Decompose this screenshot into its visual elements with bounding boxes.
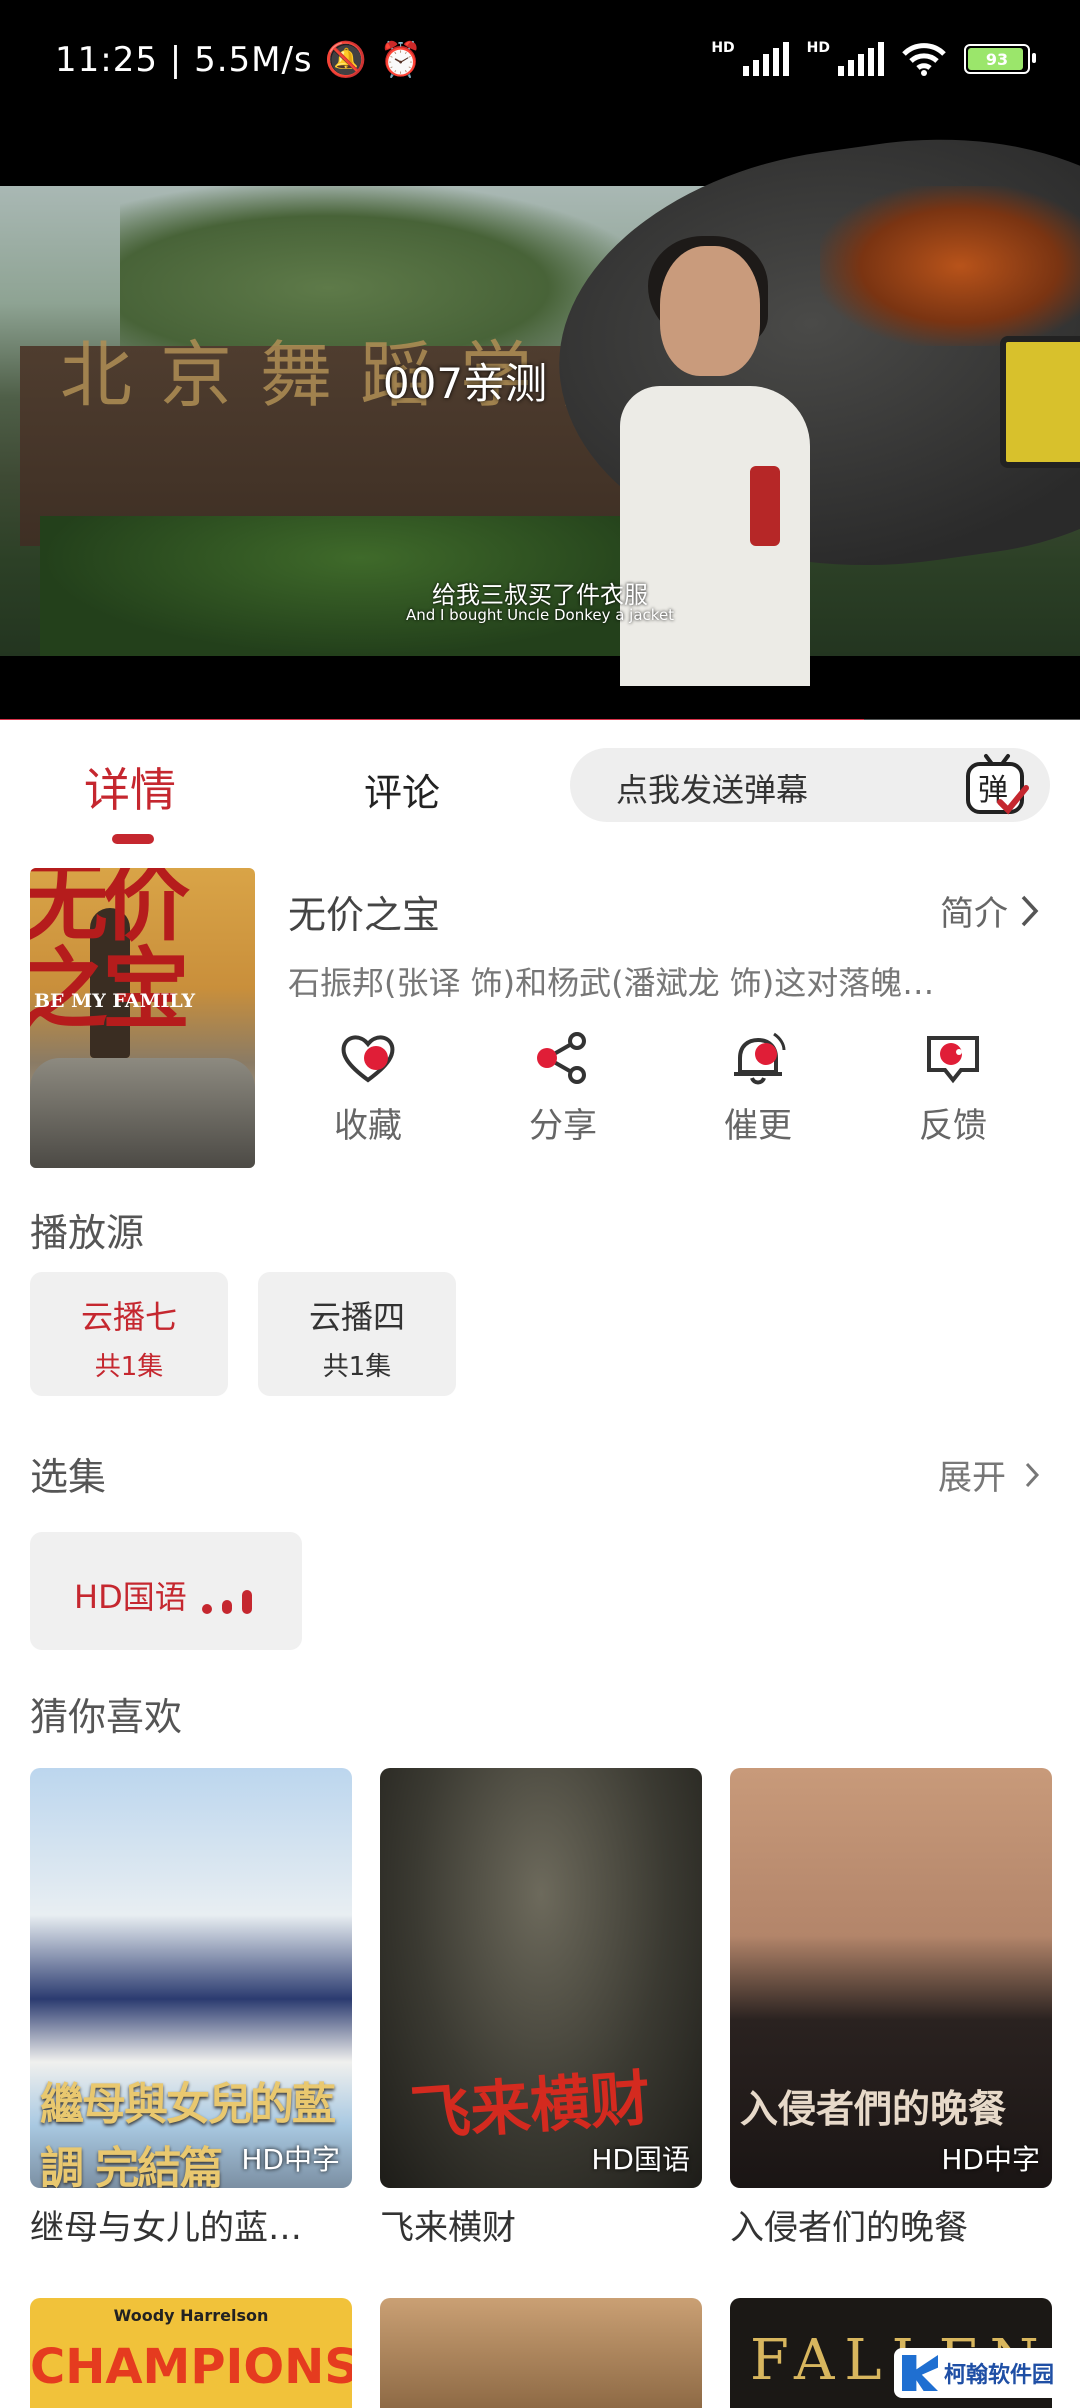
- signal-icon-2: [838, 42, 884, 76]
- recommend-card[interactable]: 入侵者們的晚餐 HD中字 入侵者们的晚餐: [730, 1768, 1052, 2249]
- subtitle-english: And I bought Uncle Donkey a jacket: [405, 606, 675, 624]
- share-icon: [537, 1032, 586, 1084]
- recommend-title: 入侵者们的晚餐: [730, 2208, 968, 2248]
- heart-icon: [341, 1035, 395, 1083]
- intro-label: 简介: [940, 894, 1008, 934]
- action-bar: 收藏 分享 催更 反馈: [288, 1030, 1048, 1170]
- danmu-input[interactable]: 点我发送弹幕 弹: [570, 748, 1050, 822]
- source-chip[interactable]: 云播四 共1集: [258, 1272, 456, 1396]
- quality-tag: HD中字: [941, 2143, 1040, 2176]
- video-progress-bar[interactable]: [0, 719, 1080, 720]
- feedback-button[interactable]: 反馈: [893, 1030, 1013, 1147]
- recommend-heading: 猜你喜欢: [30, 1695, 183, 1739]
- status-bar: 11:25 | 5.5M/s 🔕 ⏰ HD HD 93: [0, 0, 1080, 120]
- movie-poster[interactable]: 无价之宝 BE MY FAMILY: [30, 868, 255, 1168]
- share-button[interactable]: 分享: [503, 1030, 623, 1147]
- signal-icon: [742, 42, 789, 76]
- subtitle-chinese: 给我三叔买了件衣服: [432, 581, 648, 609]
- video-progress-fill: [0, 719, 864, 720]
- feedback-icon: [927, 1036, 979, 1084]
- playing-indicator-icon: [202, 1590, 252, 1614]
- recommend-poster: 入侵者們的晚餐 HD中字: [730, 1768, 1052, 2188]
- video-title: 007亲测: [382, 359, 548, 408]
- recommend-card[interactable]: 繼母與女兒的藍調 完結篇 HD中字 继母与女儿的蓝…: [30, 1768, 352, 2249]
- episode-chip[interactable]: HD国语: [30, 1532, 302, 1650]
- quality-tag: HD中字: [241, 2143, 340, 2176]
- tab-comments[interactable]: 评论: [364, 762, 440, 817]
- bell-icon: [734, 1032, 786, 1085]
- hd-label-2: HD: [806, 40, 830, 56]
- watermark-logo: 柯翰软件园: [894, 2348, 1072, 2398]
- chevron-right-icon: [1025, 1462, 1040, 1487]
- recommend-poster: 繼母與女兒的藍調 完結篇 HD中字: [30, 1768, 352, 2188]
- recommend-poster: 飞来横财 HD国语: [380, 1768, 702, 2188]
- movie-title: 无价之宝: [288, 893, 441, 937]
- source-chip-active[interactable]: 云播七 共1集: [30, 1272, 228, 1396]
- video-player[interactable]: 北京舞蹈学院 007亲测 给我三叔买了件衣服 And I bought Uncl…: [0, 120, 1080, 720]
- recommend-title: 飞来横财: [380, 2208, 516, 2248]
- recommend-title: 继母与女儿的蓝…: [30, 2208, 302, 2248]
- intro-link[interactable]: 简介: [940, 886, 1040, 935]
- watermark-icon: [902, 2355, 938, 2391]
- favorite-button[interactable]: 收藏: [308, 1030, 428, 1147]
- status-time: 11:25 | 5.5M/s 🔕 ⏰: [55, 40, 423, 80]
- chevron-right-icon: [1021, 895, 1039, 926]
- tab-bar: 详情 评论 点我发送弹幕 弹: [0, 740, 1080, 850]
- mute-icon: 🔕: [324, 40, 368, 80]
- quality-tag: HD国语: [591, 2143, 690, 2176]
- recommend-card-partial[interactable]: [380, 2298, 702, 2408]
- danmu-icon[interactable]: 弹: [964, 752, 1030, 818]
- tab-detail[interactable]: 详情: [84, 754, 176, 820]
- movie-description[interactable]: 石振邦(张译 饰)和杨武(潘斌龙 饰)这对落魄…: [288, 958, 1048, 1004]
- tab-active-indicator: [112, 834, 154, 844]
- episodes-heading: 选集: [30, 1455, 107, 1499]
- sources-heading: 播放源: [30, 1211, 145, 1255]
- recommend-card-partial[interactable]: Woody Harrelson CHAMPIONS: [30, 2298, 352, 2408]
- danmu-placeholder: 点我发送弹幕: [616, 771, 809, 809]
- alarm-icon: ⏰: [379, 40, 423, 80]
- recommend-card[interactable]: 飞来横财 HD国语 飞来横财: [380, 1768, 702, 2249]
- expand-label: 展开: [938, 1458, 1006, 1498]
- battery-icon: 93: [964, 44, 1036, 74]
- poster-english-title: BE MY FAMILY: [34, 990, 196, 1012]
- expand-button[interactable]: 展开: [938, 1450, 1040, 1499]
- hd-label: HD: [711, 40, 735, 56]
- wifi-icon: [902, 43, 946, 76]
- remind-update-button[interactable]: 催更: [698, 1030, 818, 1147]
